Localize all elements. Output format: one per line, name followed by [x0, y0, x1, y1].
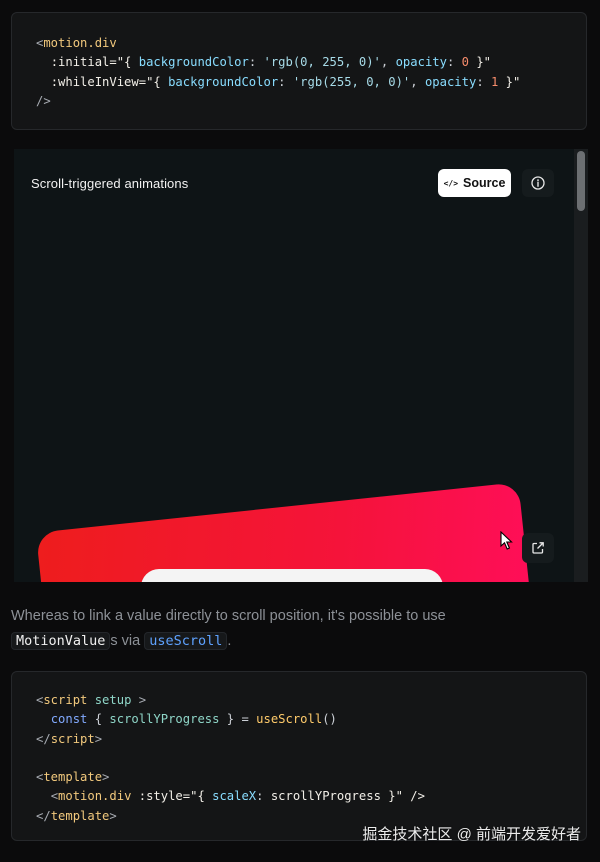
- external-link-button[interactable]: [522, 533, 554, 563]
- code-line: />: [36, 94, 51, 108]
- source-button-label: Source: [463, 176, 506, 190]
- code-text: <script setup > const { scrollYProgress …: [36, 691, 425, 826]
- usescroll-link[interactable]: useScroll: [144, 632, 228, 650]
- code-token: :: [278, 74, 293, 89]
- watermark: 掘金技术社区 @ 前端开发爱好者: [362, 826, 581, 843]
- code-line: <script setup >: [36, 693, 146, 707]
- code-token: :: [248, 55, 264, 70]
- code-token: setup: [94, 693, 132, 707]
- code-token: :style="{: [131, 789, 213, 804]
- code-token: >: [131, 693, 147, 707]
- code-token: 'rgb(0, 255, 0)': [263, 55, 381, 70]
- code-token: script: [50, 731, 95, 746]
- inner-white-card: [141, 569, 443, 582]
- code-token: >: [102, 770, 110, 785]
- code-token: scrollYProgress: [109, 712, 220, 727]
- code-text: <motion.div :initial="{ backgroundColor:…: [36, 34, 520, 111]
- code-token: script: [43, 693, 88, 707]
- code-token: ,: [380, 55, 396, 70]
- code-token: :initial="{: [50, 55, 139, 70]
- code-token: scaleX: [212, 789, 257, 804]
- code-token: template: [43, 770, 103, 785]
- code-token: backgroundColor: [168, 74, 279, 89]
- code-token: :: [256, 789, 271, 804]
- paragraph-text: s via: [110, 633, 145, 649]
- code-block-motion-div: <motion.div :initial="{ backgroundColor:…: [11, 12, 587, 130]
- source-button[interactable]: </> Source: [438, 169, 511, 197]
- code-token: 0: [461, 55, 469, 70]
- code-line: const { scrollYProgress } = useScroll(): [51, 712, 337, 726]
- code-token: >: [109, 808, 117, 823]
- code-token: />: [36, 93, 51, 108]
- code-token: }": [469, 55, 492, 70]
- code-token: </: [36, 808, 51, 823]
- mouse-cursor-icon: [500, 531, 513, 550]
- code-token: {: [87, 712, 110, 727]
- code-token: ,: [410, 74, 425, 89]
- code-token: opacity: [424, 74, 477, 89]
- code-token: :: [476, 74, 491, 89]
- demo-title: Scroll-triggered animations: [31, 176, 189, 191]
- animated-red-card: [35, 482, 538, 582]
- code-token: opacity: [395, 55, 447, 70]
- inline-code-motionvalue: MotionValue: [11, 632, 111, 650]
- info-icon: [531, 176, 545, 190]
- info-button[interactable]: [522, 169, 554, 197]
- code-token: (): [322, 712, 337, 727]
- demo-preview[interactable]: Scroll-triggered animations </> Source: [14, 149, 588, 582]
- code-block-usescroll: <script setup > const { scrollYProgress …: [11, 671, 587, 841]
- code-line: </script>: [36, 732, 102, 746]
- code-token: 'rgb(255, 0, 0)': [292, 74, 411, 89]
- paragraph: Whereas to link a value directly to scro…: [11, 604, 587, 654]
- code-line: :whileInView="{ backgroundColor: 'rgb(25…: [51, 75, 521, 89]
- code-token: motion.div: [58, 789, 132, 804]
- code-token: } =: [219, 712, 257, 727]
- code-line: :initial="{ backgroundColor: 'rgb(0, 255…: [51, 55, 491, 69]
- code-token: <: [50, 789, 59, 804]
- paragraph-text: Whereas to link a value directly to scro…: [11, 608, 446, 624]
- code-line: </template>: [36, 809, 117, 823]
- code-token: scrollYProgress: [270, 789, 381, 804]
- code-token: const: [50, 712, 88, 727]
- paragraph-text: .: [227, 633, 232, 649]
- code-token: :whileInView="{: [50, 74, 169, 89]
- external-link-icon: [532, 542, 544, 554]
- code-line: <motion.div: [36, 36, 117, 50]
- code-token: >: [94, 731, 103, 746]
- code-token: backgroundColor: [138, 55, 249, 70]
- code-token: </: [36, 731, 51, 746]
- code-token: }": [498, 74, 521, 89]
- code-line: <motion.div :style="{ scaleX: scrollYPro…: [51, 789, 425, 803]
- code-token: }" />: [380, 789, 425, 804]
- scrollbar-thumb[interactable]: [577, 151, 585, 211]
- code-icon: </>: [443, 178, 459, 188]
- code-token: :: [446, 55, 462, 70]
- code-token: useScroll: [256, 712, 323, 727]
- code-line: <template>: [36, 770, 109, 784]
- code-token: template: [50, 808, 110, 823]
- scrollbar[interactable]: [574, 149, 588, 582]
- code-token: motion.div: [43, 36, 117, 50]
